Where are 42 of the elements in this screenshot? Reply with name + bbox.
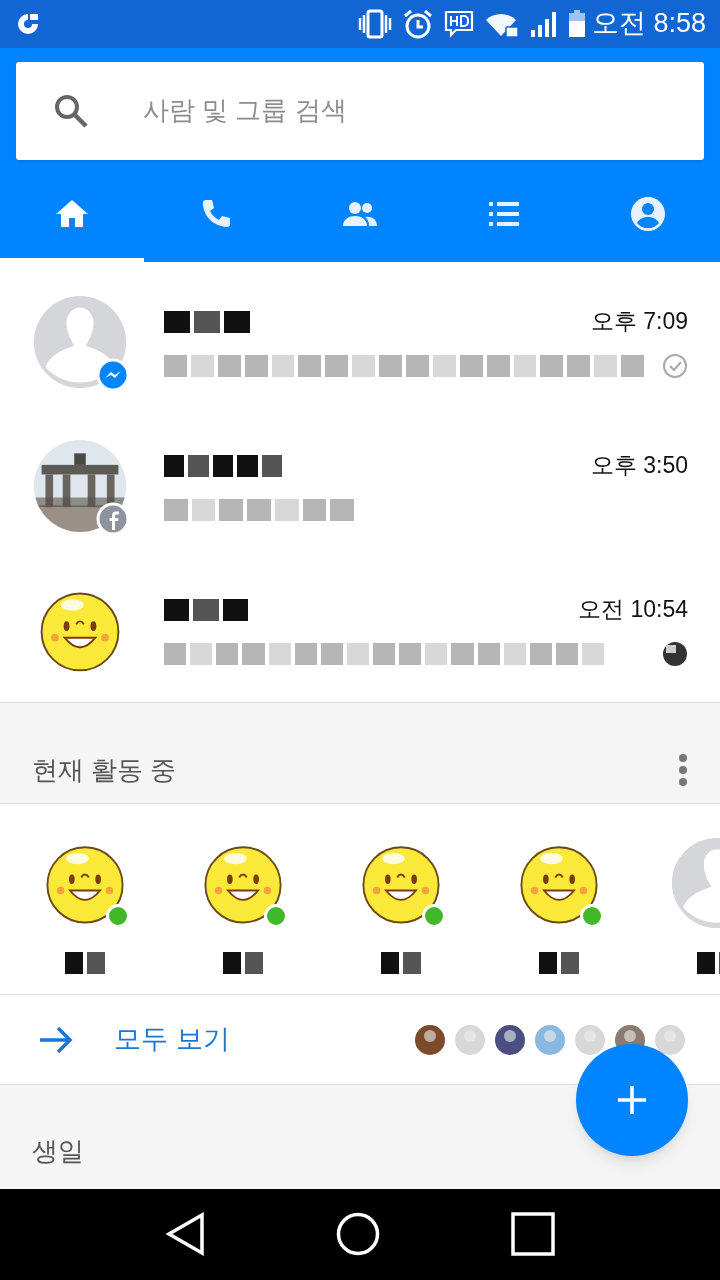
mini-avatar-icon [414,1023,446,1056]
message-time: 오후 7:09 [590,307,688,337]
signal-icon [529,9,558,38]
vibrate-icon [357,8,392,39]
home-button[interactable] [336,1212,380,1257]
facebook-badge-icon [96,501,130,536]
plus-icon [616,1084,648,1116]
mini-avatar-icon [654,1023,686,1056]
search-field[interactable]: 사람 및 그룹 검색 [16,61,704,160]
section-title: 생일 [32,1135,84,1169]
hd-icon [443,9,474,38]
pixelated-name [223,950,263,977]
conversation-row[interactable]: 오후 7:09 [0,269,720,414]
seen-avatar-icon [662,641,688,667]
recents-icon [510,1212,555,1257]
alarm-icon [401,7,434,40]
mini-avatar-icon [494,1023,526,1056]
message-time: 오전 10:54 [578,595,688,625]
pixelated-name [65,950,105,977]
back-button[interactable] [165,1212,206,1257]
conversation-row[interactable]: 오후 3:50 [0,413,720,558]
pixelated-name [381,950,421,977]
pixelated-name [539,950,579,977]
home-circle-icon [336,1212,380,1257]
back-icon [165,1212,206,1257]
check-circle-icon [662,353,688,379]
recents-button[interactable] [510,1212,555,1257]
messenger-badge-icon [96,357,130,392]
section-title: 현재 활동 중 [32,753,177,787]
conversation-row[interactable]: 오전 10:54 [0,557,720,702]
more-icon [678,753,688,788]
profile-icon [630,195,666,232]
see-all-link[interactable]: 모두 보기 [38,1019,230,1060]
search-icon [53,92,89,129]
mini-avatar-icon [574,1023,606,1056]
mini-avatar-icon [454,1023,486,1056]
mini-avatar-icon [534,1023,566,1056]
arrow-right-icon [38,1024,74,1055]
search-field[interactable]: 사람 및 그룹 검색 [143,91,704,131]
status-time: 오전 8:58 [591,10,706,38]
message-time: 오후 3:50 [590,451,688,481]
battery-icon [567,9,586,38]
